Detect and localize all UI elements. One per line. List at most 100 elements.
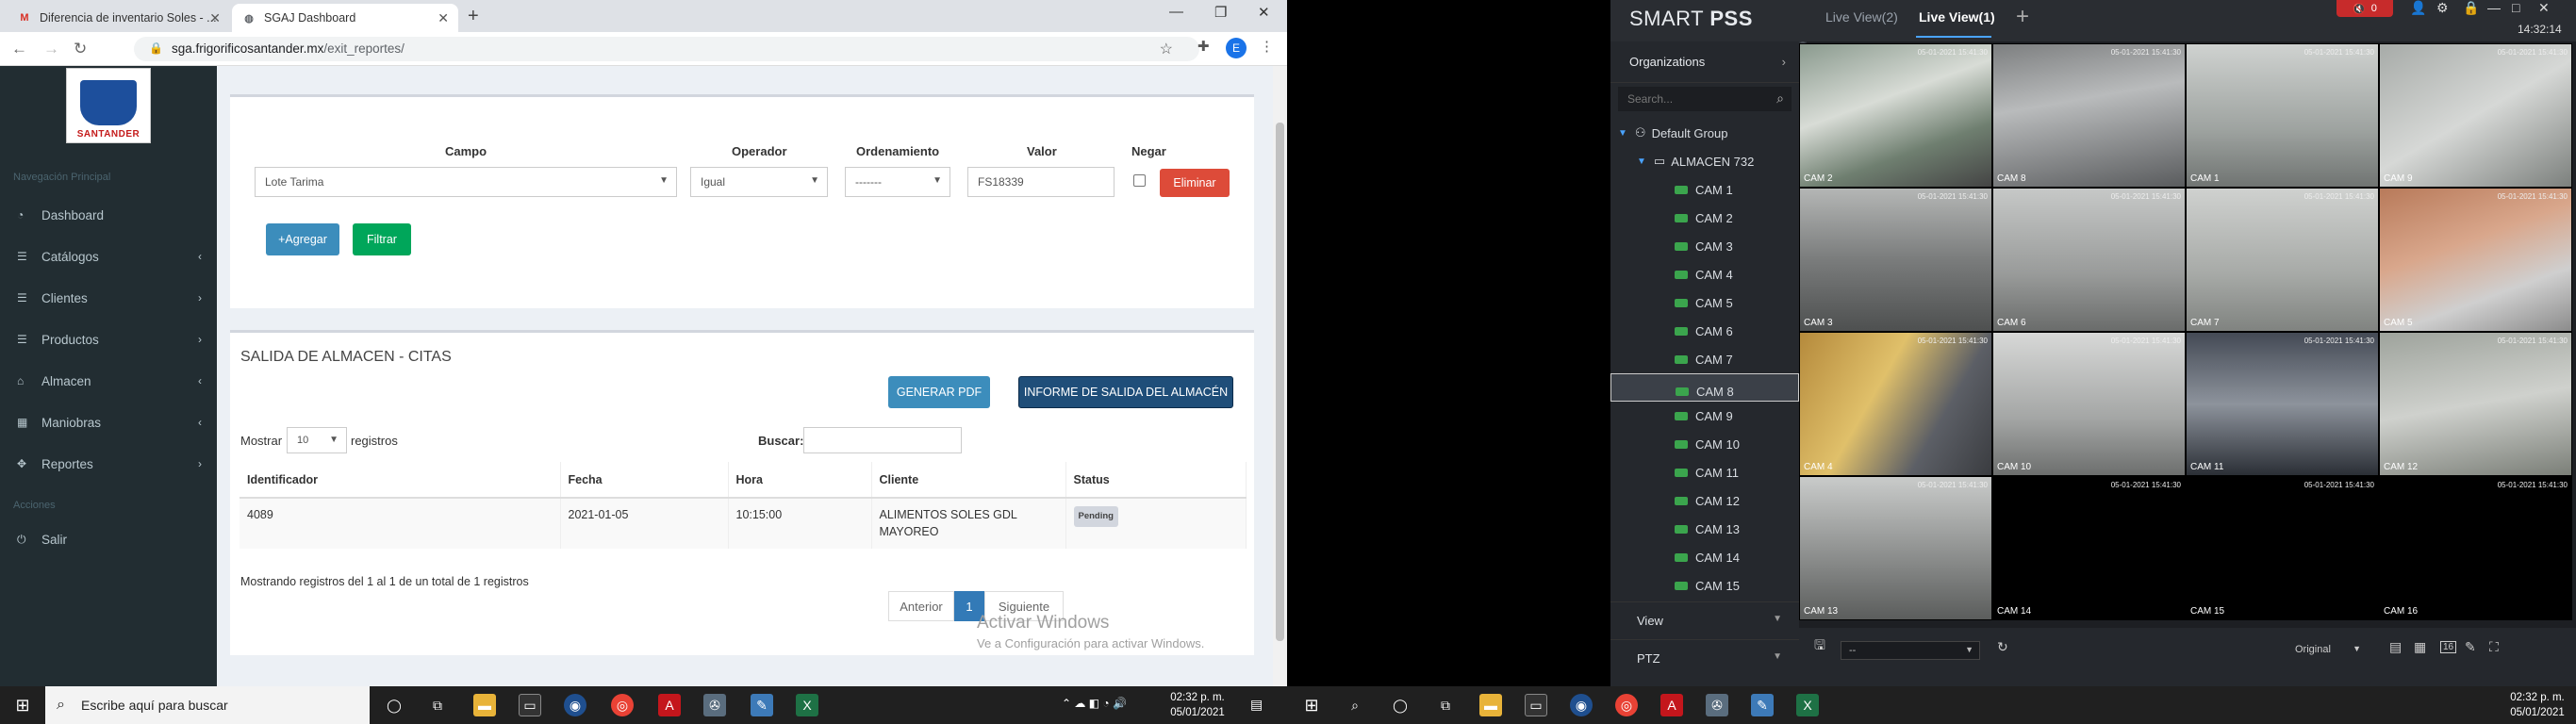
menu-icon[interactable]: ⋮: [1260, 38, 1274, 55]
search-input[interactable]: [803, 427, 962, 453]
sidebar-item-clientes[interactable]: ☰ Clientes ›: [0, 279, 217, 317]
tree-camera[interactable]: CAM 4: [1610, 260, 1799, 288]
system-clock[interactable]: 02:32 p. m. 05/01/2021: [2509, 690, 2566, 720]
valor-input[interactable]: FS18339: [967, 167, 1115, 197]
camera-tile[interactable]: 05-01-2021 15:41:30 CAM 6: [1992, 188, 2186, 332]
close-icon[interactable]: ✕: [209, 10, 221, 26]
close-window-icon[interactable]: ✕: [1258, 4, 1270, 21]
chrome-icon[interactable]: ◎: [1615, 694, 1638, 716]
notepad-icon[interactable]: ✎: [1751, 694, 1774, 716]
excel-icon[interactable]: X: [1796, 694, 1819, 716]
edit-icon[interactable]: ✎: [2465, 639, 2476, 655]
sidebar-item-reportes[interactable]: ✥ Reportes ›: [0, 445, 217, 483]
tree-camera[interactable]: CAM 2: [1610, 204, 1799, 232]
sidebar-item-productos[interactable]: ☰ Productos ›: [0, 321, 217, 358]
taskbar-search[interactable]: ⌕ Escribe aquí para buscar: [45, 686, 370, 724]
cortana-icon[interactable]: ◯: [1389, 694, 1412, 716]
column-header[interactable]: Fecha: [560, 462, 729, 499]
filter-button[interactable]: Filtrar: [353, 223, 411, 255]
device-search-input[interactable]: Search... ⌕: [1618, 87, 1792, 111]
tree-camera[interactable]: CAM 12: [1610, 486, 1799, 515]
sidebar-item-salir[interactable]: ⏻ Salir: [0, 520, 217, 558]
column-header[interactable]: Status: [1065, 462, 1247, 499]
scroll-thumb[interactable]: [1276, 123, 1284, 641]
url-field[interactable]: 🔒 sga.frigorificosantander.mx/exit_repor…: [134, 37, 1199, 61]
aspect-select[interactable]: Original ▼: [2287, 641, 2367, 660]
star-icon[interactable]: ☆: [1160, 40, 1173, 58]
add-tab-icon[interactable]: +: [2016, 4, 2029, 30]
search-icon[interactable]: ⌕: [1344, 694, 1366, 716]
ordenamiento-select[interactable]: ------- ▼: [845, 167, 950, 197]
exit-report-button[interactable]: INFORME DE SALIDA DEL ALMACÉN: [1018, 376, 1233, 408]
sidebar-item-catalogos[interactable]: ☰ Catálogos ‹: [0, 238, 217, 275]
campo-select[interactable]: Lote Tarima ▼: [255, 167, 677, 197]
tree-camera[interactable]: CAM 15: [1610, 571, 1799, 600]
column-header[interactable]: Identificador: [239, 462, 561, 499]
restore-icon[interactable]: ❐: [1214, 4, 1227, 21]
chrome-icon[interactable]: ◎: [611, 694, 634, 716]
tree-camera[interactable]: CAM 1: [1610, 175, 1799, 204]
organizations-header[interactable]: Organizations ›: [1610, 41, 1799, 83]
camera-tile[interactable]: 05-01-2021 15:41:30 CAM 13: [1799, 476, 1992, 620]
save-icon[interactable]: 🖫: [1814, 635, 1825, 658]
forward-icon[interactable]: →: [43, 40, 59, 58]
camera-tile[interactable]: 05-01-2021 15:41:30 CAM 12: [2379, 332, 2572, 476]
tree-camera[interactable]: CAM 7: [1610, 345, 1799, 373]
camera-tile[interactable]: 05-01-2021 15:41:30 CAM 15: [2186, 476, 2379, 620]
alarm-badge[interactable]: 🔇 0: [2337, 0, 2393, 17]
tab-live-view-2[interactable]: Live View(2): [1825, 9, 1898, 25]
layout-1-icon[interactable]: ▤: [2389, 639, 2402, 655]
sidebar-item-dashboard[interactable]: ◔ Dashboard: [0, 196, 217, 234]
page-scrollbar[interactable]: [1273, 66, 1287, 686]
gear-icon[interactable]: ⚙: [2436, 0, 2449, 16]
avatar[interactable]: E: [1226, 38, 1247, 58]
windows-start-icon[interactable]: ⊞: [1300, 694, 1323, 716]
santander-logo[interactable]: SANTANDER: [66, 68, 151, 143]
lock-icon[interactable]: 🔒: [2463, 0, 2479, 16]
ptz-section[interactable]: PTZ ▼: [1610, 639, 1799, 677]
tree-default-group[interactable]: ▼ ⚇ Default Group: [1610, 119, 1799, 147]
app-icon[interactable]: ◉: [564, 694, 586, 716]
task-view-icon[interactable]: ⧉: [1434, 694, 1457, 716]
acrobat-icon[interactable]: A: [1660, 694, 1683, 716]
column-header[interactable]: Cliente: [871, 462, 1066, 499]
tray-icons[interactable]: ⌃ ☁ ◧ ◔ 🔊: [1062, 697, 1127, 710]
terminal-icon[interactable]: ▭: [1525, 694, 1547, 716]
camera-tile[interactable]: 05-01-2021 15:41:30 CAM 5: [2379, 188, 2572, 332]
camera-tile[interactable]: 05-01-2021 15:41:30 CAM 7: [2186, 188, 2379, 332]
cortana-icon[interactable]: ◯: [383, 694, 405, 716]
back-icon[interactable]: ←: [11, 40, 27, 58]
layout-grid-icon[interactable]: ▦: [2414, 639, 2426, 655]
user-icon[interactable]: 👤: [2410, 0, 2426, 16]
tree-device[interactable]: ▼ ▭ ALMACEN 732: [1610, 147, 1799, 175]
tab-gmail[interactable]: M Diferencia de inventario Soles - ... ✕: [8, 4, 230, 32]
file-explorer-icon[interactable]: ▬: [1479, 694, 1502, 716]
add-button[interactable]: +Agregar: [266, 223, 339, 255]
camera-tile[interactable]: 05-01-2021 15:41:30 CAM 8: [1992, 43, 2186, 188]
tree-camera[interactable]: CAM 13: [1610, 515, 1799, 543]
camera-tile[interactable]: 05-01-2021 15:41:30 CAM 4: [1799, 332, 1992, 476]
terminal-icon[interactable]: ▭: [519, 694, 541, 716]
tree-camera[interactable]: CAM 5: [1610, 288, 1799, 317]
prev-page-button[interactable]: Anterior: [888, 591, 954, 621]
tab-sgaj[interactable]: ◍ SGAJ Dashboard ✕: [232, 4, 458, 32]
camera-tile[interactable]: 05-01-2021 15:41:30 CAM 1: [2186, 43, 2379, 188]
tool-icon[interactable]: ✇: [703, 694, 726, 716]
fullscreen-icon[interactable]: ⛶: [2489, 639, 2499, 655]
column-header[interactable]: Hora: [728, 462, 872, 499]
acrobat-icon[interactable]: A: [658, 694, 681, 716]
sidebar-item-almacen[interactable]: ⌂ Almacen ‹: [0, 362, 217, 400]
file-explorer-icon[interactable]: ▬: [473, 694, 496, 716]
tree-camera[interactable]: CAM 6: [1610, 317, 1799, 345]
tree-camera[interactable]: CAM 11: [1610, 458, 1799, 486]
tree-camera[interactable]: CAM 10: [1610, 430, 1799, 458]
table-row[interactable]: 4089 2021-01-05 10:15:00 ALIMENTOS SOLES…: [239, 498, 1247, 549]
minimize-icon[interactable]: —: [2487, 0, 2501, 15]
close-icon[interactable]: ✕: [2538, 0, 2550, 16]
tool-icon[interactable]: ✇: [1706, 694, 1728, 716]
camera-tile[interactable]: 05-01-2021 15:41:30 CAM 9: [2379, 43, 2572, 188]
notification-icon[interactable]: ▤: [1250, 697, 1263, 713]
sidebar-item-maniobras[interactable]: ▦ Maniobras ‹: [0, 403, 217, 441]
system-clock[interactable]: 02:32 p. m. 05/01/2021: [1169, 690, 1226, 720]
preset-select[interactable]: -- ▼: [1841, 641, 1980, 660]
